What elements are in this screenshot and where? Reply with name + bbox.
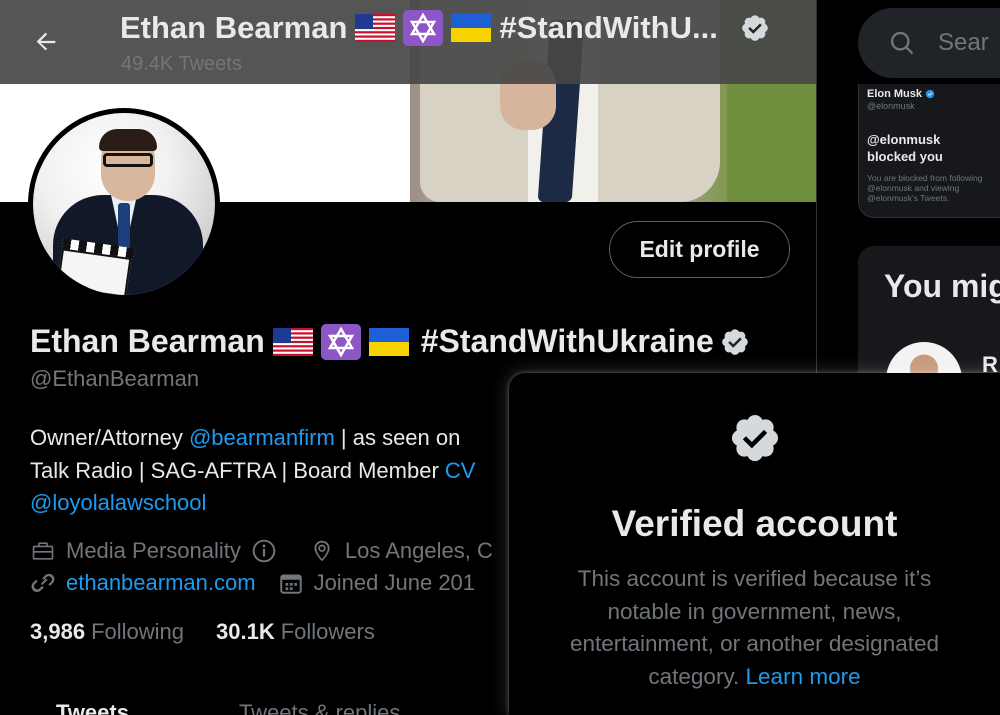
tab-tweets-replies[interactable]: Tweets & replies <box>239 700 400 715</box>
verified-badge-icon <box>925 89 935 99</box>
profile-location: Los Angeles, C <box>344 538 493 563</box>
calendar-icon <box>279 574 302 594</box>
blocked-description: You are blocked from following @elonmusk… <box>867 173 983 203</box>
edit-profile-button[interactable]: Edit profile <box>609 221 790 278</box>
profile-category: Media Personality <box>66 538 241 563</box>
verified-badge-icon[interactable] <box>740 13 770 43</box>
clapperboard <box>56 248 132 295</box>
profile-header-bar: Ethan Bearman #StandWithU... 49.4K Tweet… <box>0 0 816 84</box>
bio-mention-link[interactable]: CV <box>445 458 476 483</box>
followers-link[interactable]: 30.1K Followers <box>216 619 375 645</box>
briefcase-icon <box>32 542 54 560</box>
following-link[interactable]: 3,986 Following <box>30 619 184 645</box>
bio-mention-link[interactable]: @loyolalawschool <box>30 490 206 515</box>
star-of-david-icon <box>403 10 444 46</box>
us-flag-icon <box>355 14 396 42</box>
header-title: Ethan Bearman #StandWithU... <box>120 10 770 46</box>
search-icon <box>890 31 914 55</box>
profile-meta-row: Media Personality Los Angeles, C <box>30 538 515 564</box>
search-input[interactable]: Sear <box>858 8 1000 78</box>
link-icon <box>31 573 55 592</box>
ukraine-flag-icon <box>451 14 492 42</box>
verified-account-popover: Verified account This account is verifie… <box>509 373 1000 715</box>
verified-badge-icon[interactable] <box>720 327 750 357</box>
us-flag-icon <box>272 327 313 356</box>
profile-tabs: Tweets Tweets & replies <box>56 700 400 715</box>
popover-title: Verified account <box>611 503 898 544</box>
profile-meta-row-2: ethanbearman.com Joined June 201 <box>30 570 497 596</box>
bio-mention-link[interactable]: @bearmanfirm <box>189 425 335 450</box>
learn-more-link[interactable]: Learn more <box>746 664 861 689</box>
profile-joined-date: Joined June 201 <box>313 570 476 595</box>
suggest-title: You mig <box>884 268 1000 304</box>
profile-avatar[interactable] <box>28 108 220 300</box>
popover-description: This account is verified because it’s no… <box>570 566 939 689</box>
tweet-count: 49.4K Tweets <box>121 53 242 75</box>
embedded-blocked-card[interactable]: Elon Musk @elonmusk @elonmusk blocked yo… <box>858 84 1000 218</box>
follow-stats: 3,986 Following 30.1K Followers <box>30 619 375 645</box>
back-button[interactable] <box>22 22 70 62</box>
map-pin-icon <box>314 540 330 562</box>
profile-handle: @EthanBearman <box>30 366 200 391</box>
verified-badge-icon <box>731 414 778 462</box>
arrow-left-icon <box>36 32 56 51</box>
profile-display-name: Ethan Bearman #StandWithUkraine <box>30 323 750 360</box>
profile-bio: Owner/Attorney @bearmanfirm | as seen on… <box>30 425 476 515</box>
profile-website-link[interactable]: ethanbearman.com <box>66 570 256 596</box>
tab-tweets[interactable]: Tweets <box>56 700 129 715</box>
star-of-david-icon <box>320 323 361 360</box>
ukraine-flag-icon <box>368 327 409 356</box>
info-icon[interactable] <box>251 538 277 564</box>
blocked-title: @elonmusk blocked you <box>867 132 943 164</box>
